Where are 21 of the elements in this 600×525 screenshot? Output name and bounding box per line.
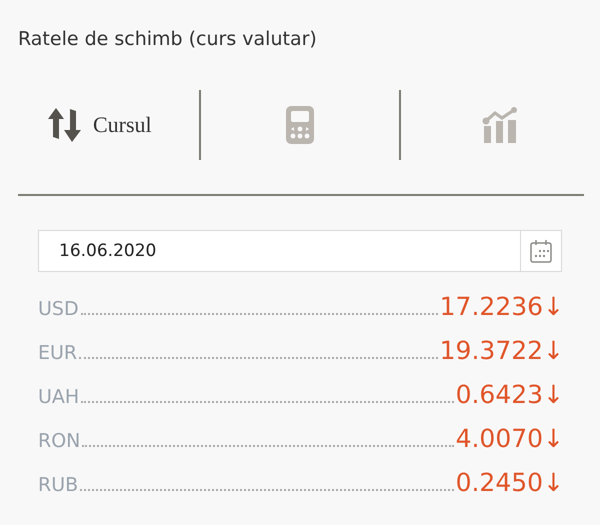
currency-code: RON	[38, 430, 80, 452]
rate-value: 19.3722	[440, 336, 544, 365]
currency-code: EUR	[38, 342, 78, 364]
date-field[interactable]: 16.06.2020	[38, 230, 562, 272]
rate-value: 4.0070	[456, 424, 544, 453]
tab[interactable]: Cursul	[0, 86, 199, 164]
currency-code: USD	[38, 298, 79, 320]
calculator-icon	[286, 106, 314, 144]
rate-value: 17.2236	[440, 292, 544, 321]
trend-arrow: ↓	[543, 292, 564, 321]
currency-code: RUB	[38, 474, 78, 496]
rate-value: 0.6423	[456, 380, 544, 409]
widget-title: Ratele de schimb (curs valutar)	[17, 27, 318, 52]
arrows-icon	[46, 108, 83, 142]
rate-value: 0.2450	[456, 468, 544, 497]
trend-arrow: ↓	[543, 380, 564, 409]
trend-arrow: ↓	[543, 468, 564, 497]
trend-arrow: ↓	[543, 336, 564, 365]
bar-chart-icon	[482, 107, 520, 143]
currency-code: UAH	[38, 386, 80, 408]
trend-arrow: ↓	[543, 424, 564, 453]
